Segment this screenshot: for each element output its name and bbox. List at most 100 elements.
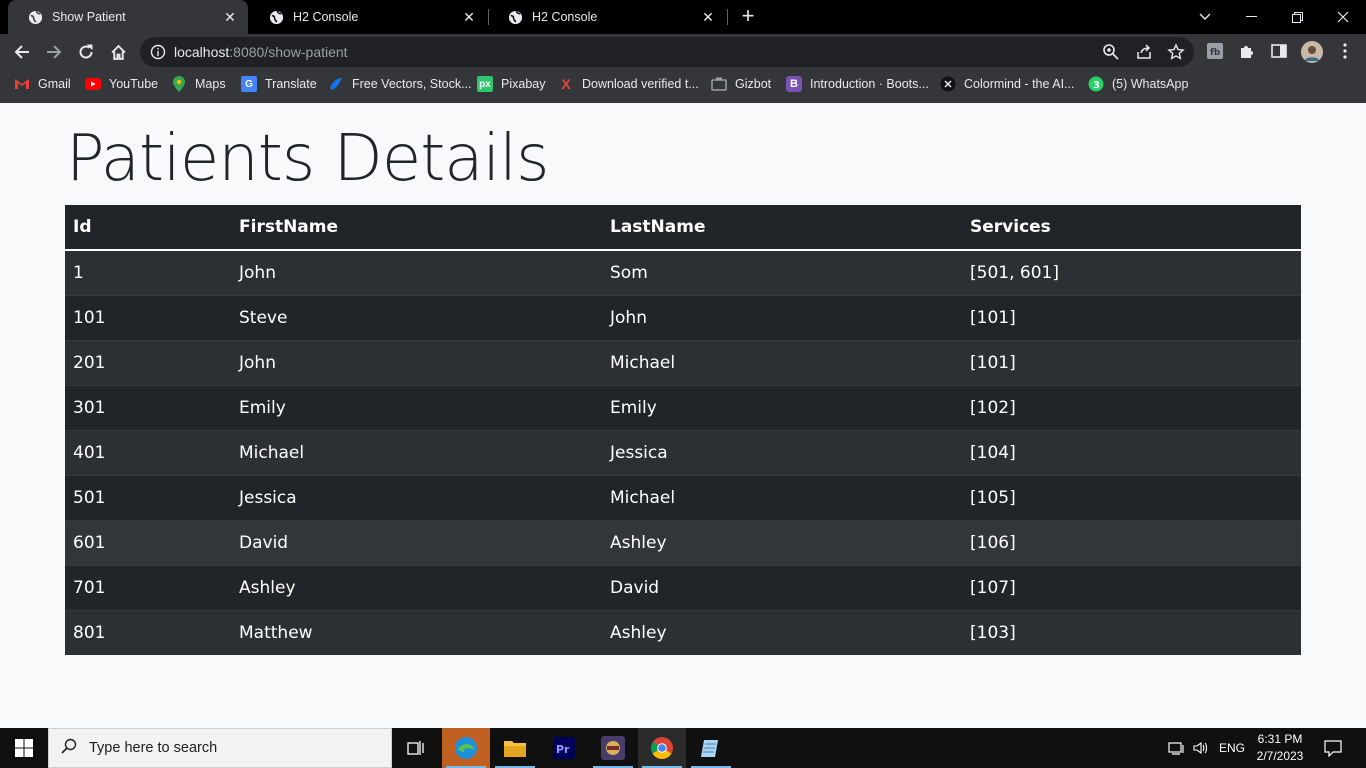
network-icon[interactable]: [1168, 728, 1186, 768]
bookmarks-bar: Gmail YouTube Maps G Translate Free Vect…: [0, 70, 1366, 98]
clock-date: 2/7/2023: [1256, 749, 1304, 763]
globe-icon: [28, 10, 43, 25]
tab-h2-console[interactable]: H2 Console ✕: [488, 0, 726, 34]
new-tab-button[interactable]: +: [737, 5, 759, 28]
table-row: 501 Jessica Michael [105]: [65, 474, 1301, 520]
cell-lastname: David: [602, 564, 962, 610]
bookmark-freepik[interactable]: Free Vectors, Stock...: [328, 75, 472, 93]
folder-icon: [504, 741, 526, 757]
bookmark-pixabay[interactable]: px Pixabay: [477, 75, 545, 93]
address-bar[interactable]: localhost:8080/show-patient: [140, 37, 1194, 67]
cell-firstname: Emily: [231, 384, 602, 430]
language-indicator[interactable]: ENG: [1219, 728, 1245, 768]
chrome-taskbar-app[interactable]: [638, 728, 686, 768]
share-icon[interactable]: [1135, 43, 1153, 61]
svg-text:Pr: Pr: [556, 743, 570, 756]
cell-lastname: Som: [602, 249, 962, 295]
tab-search-chevron-icon[interactable]: [1182, 0, 1228, 34]
cell-firstname: John: [231, 249, 602, 295]
edge-taskbar-app[interactable]: [442, 728, 490, 768]
home-button[interactable]: [105, 39, 131, 65]
bookmark-maps[interactable]: Maps: [171, 75, 226, 93]
game-taskbar-app[interactable]: [589, 728, 637, 768]
start-button[interactable]: [0, 728, 48, 768]
extension-icon[interactable]: fb: [1206, 42, 1226, 62]
file-explorer-taskbar-app[interactable]: [491, 728, 539, 768]
kebab-menu-icon[interactable]: [1336, 42, 1356, 62]
table-row: 201 John Michael [101]: [65, 339, 1301, 385]
bookmark-gmail[interactable]: Gmail: [14, 75, 71, 93]
bookmark-gizbot[interactable]: Gizbot: [711, 75, 771, 93]
cell-id: 601: [65, 519, 231, 565]
page-content: Patients Details Id FirstName LastName S…: [0, 103, 1366, 728]
search-icon: [61, 738, 77, 758]
cell-services: [101]: [962, 339, 1301, 385]
table-row: 401 Michael Jessica [104]: [65, 429, 1301, 475]
bookmark-star-icon[interactable]: [1167, 43, 1185, 61]
profile-avatar[interactable]: [1301, 41, 1323, 63]
column-header-firstname: FirstName: [231, 205, 602, 251]
notifications-icon[interactable]: [1324, 728, 1342, 768]
maps-pin-icon: [171, 76, 187, 92]
globe-icon: [269, 10, 284, 25]
close-window-button[interactable]: [1320, 0, 1366, 34]
gizbot-icon: [711, 76, 727, 92]
cell-id: 301: [65, 384, 231, 430]
close-tab-icon[interactable]: ✕: [700, 9, 716, 25]
x-logo-icon: X: [561, 76, 571, 92]
volume-icon[interactable]: [1192, 728, 1210, 768]
cell-lastname: John: [602, 294, 962, 340]
tab-title: H2 Console: [293, 10, 359, 24]
cell-services: [106]: [962, 519, 1301, 565]
reload-button[interactable]: [73, 39, 99, 65]
patients-table: Id FirstName LastName Services 1 John Som[…: [65, 205, 1301, 655]
back-button[interactable]: [9, 39, 35, 65]
minimize-button[interactable]: [1228, 0, 1274, 34]
notepad-taskbar-app[interactable]: [687, 728, 735, 768]
table-header-row: Id FirstName LastName Services: [65, 205, 1301, 251]
bookmark-whatsapp[interactable]: 3 (5) WhatsApp: [1088, 75, 1188, 93]
cell-services: [501, 601]: [962, 249, 1301, 295]
tab-show-patient[interactable]: Show Patient ✕: [8, 0, 248, 34]
bookmark-colormind[interactable]: Colormind - the AI...: [940, 75, 1074, 93]
taskbar-search-box[interactable]: Type here to search: [48, 728, 392, 768]
restore-button[interactable]: [1274, 0, 1320, 34]
cell-id: 801: [65, 609, 231, 655]
forward-button[interactable]: [41, 39, 67, 65]
bookmark-bootstrap[interactable]: B Introduction · Boots...: [786, 75, 929, 93]
table-row: 301 Emily Emily [102]: [65, 384, 1301, 430]
tab-strip: Show Patient ✕ H2 Console ✕ H2 Console ✕…: [0, 0, 1366, 34]
bookmark-translate[interactable]: G Translate: [241, 75, 317, 93]
svg-text:fb: fb: [1210, 48, 1221, 58]
url-text: localhost:8080/show-patient: [174, 44, 348, 60]
puzzle-extensions-icon[interactable]: [1238, 42, 1258, 62]
task-view-icon: [407, 741, 424, 755]
table-row: 801 Matthew Ashley [103]: [65, 609, 1301, 655]
task-view-button[interactable]: [392, 728, 440, 768]
svg-text:3: 3: [1093, 80, 1100, 91]
premiere-taskbar-app[interactable]: Pr: [540, 728, 588, 768]
translate-icon: G: [241, 76, 257, 92]
tab-h2-console[interactable]: H2 Console ✕: [249, 0, 487, 34]
youtube-icon: [85, 76, 101, 92]
bookmark-download[interactable]: X Download verified t...: [558, 75, 698, 93]
cell-firstname: Matthew: [231, 609, 602, 655]
close-tab-icon[interactable]: ✕: [222, 9, 238, 25]
search-placeholder: Type here to search: [89, 740, 218, 756]
table-row: 701 Ashley David [107]: [65, 564, 1301, 610]
zoom-icon[interactable]: [1102, 43, 1120, 61]
clock[interactable]: 6:31 PM 2/7/2023: [1252, 731, 1308, 765]
site-info-icon[interactable]: [150, 44, 166, 60]
cell-firstname: John: [231, 339, 602, 385]
table-row: 601 David Ashley [106]: [65, 519, 1301, 565]
bookmark-youtube[interactable]: YouTube: [85, 75, 158, 93]
clock-time: 6:31 PM: [1257, 732, 1303, 746]
cell-id: 1: [65, 249, 231, 295]
game-icon: [601, 736, 625, 760]
close-tab-icon[interactable]: ✕: [461, 9, 477, 25]
table-row: 101 Steve John [101]: [65, 294, 1301, 340]
side-panel-icon[interactable]: [1270, 42, 1290, 62]
cell-firstname: David: [231, 519, 602, 565]
cell-firstname: Jessica: [231, 474, 602, 520]
globe-icon: [508, 10, 523, 25]
